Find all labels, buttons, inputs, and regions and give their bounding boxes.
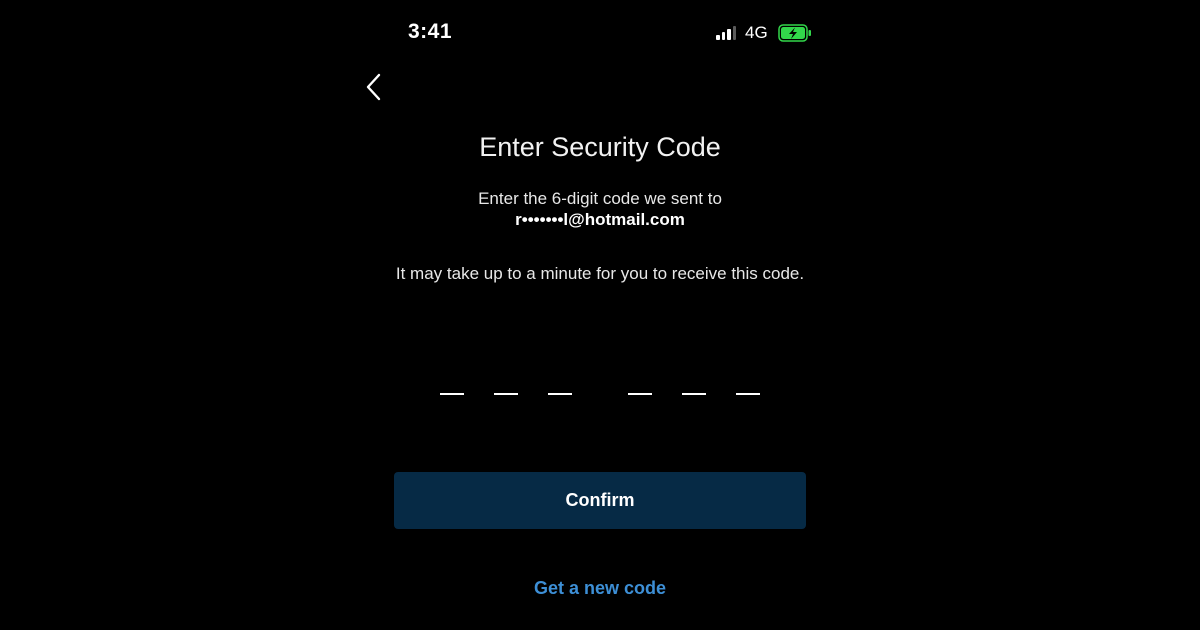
status-time: 3:41 bbox=[408, 20, 453, 43]
security-code-input[interactable] bbox=[436, 382, 766, 412]
code-digit-slot-4[interactable] bbox=[628, 393, 652, 395]
delivery-note: It may take up to a minute for you to re… bbox=[395, 264, 805, 283]
status-indicators: 4G bbox=[716, 22, 812, 44]
code-digit-slot-2[interactable] bbox=[494, 393, 518, 395]
code-digit-slot-1[interactable] bbox=[440, 393, 464, 395]
battery-charging-icon bbox=[777, 24, 811, 42]
masked-email: r•••••••l@hotmail.com bbox=[515, 210, 685, 229]
code-digit-slot-5[interactable] bbox=[682, 393, 706, 395]
back-button[interactable] bbox=[362, 70, 388, 104]
instruction-text: Enter the 6-digit code we sent to bbox=[478, 189, 722, 208]
chevron-left-icon bbox=[366, 73, 381, 101]
code-digit-slot-3[interactable] bbox=[548, 393, 572, 395]
page-title: Enter Security Code bbox=[479, 132, 721, 162]
code-digit-slot-6[interactable] bbox=[736, 393, 760, 395]
get-new-code-link[interactable]: Get a new code bbox=[400, 578, 800, 599]
network-type-label: 4G bbox=[745, 23, 768, 42]
confirm-button[interactable]: Confirm bbox=[394, 472, 806, 529]
cellular-signal-icon bbox=[716, 26, 736, 40]
